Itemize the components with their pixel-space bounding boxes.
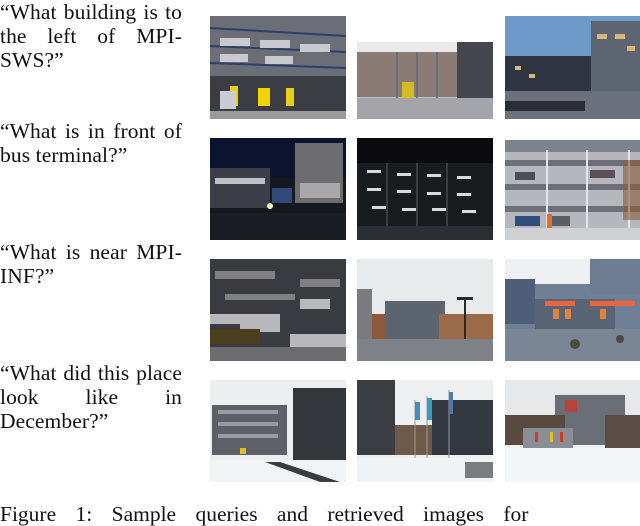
retrieved-image	[505, 140, 640, 240]
query-text: “What building is to the left of MPI-SWS…	[0, 0, 182, 72]
retrieved-image	[210, 259, 346, 361]
retrieved-image	[505, 380, 640, 482]
retrieved-image	[210, 380, 346, 482]
query-text: “What did this place look like in Decemb…	[0, 361, 182, 433]
retrieved-image	[210, 138, 346, 240]
retrieved-image	[505, 259, 640, 361]
retrieved-image	[357, 138, 493, 240]
figure-caption: Figure 1: Sample queries and retrieved i…	[0, 502, 529, 526]
retrieved-image	[357, 380, 493, 482]
retrieved-image	[357, 42, 493, 119]
query-text: “What is near MPI-INF?”	[0, 240, 182, 288]
retrieved-image	[505, 16, 640, 119]
retrieved-image	[210, 16, 346, 119]
query-text: “What is in front of bus terminal?”	[0, 119, 182, 167]
retrieved-image	[357, 259, 493, 361]
